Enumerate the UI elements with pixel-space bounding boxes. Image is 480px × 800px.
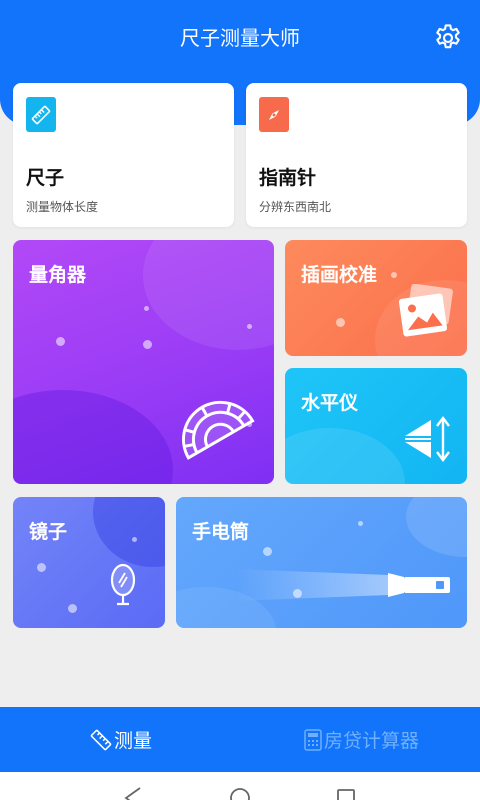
system-nav-bar [0,772,480,800]
decor-dot [37,563,46,572]
decor-blob [93,497,165,567]
compass-icon [259,97,289,132]
calibrate-title: 插画校准 [301,264,378,286]
compass-subtitle: 分辨东西南北 [259,200,332,214]
nav-tab-measure-label: 测量 [114,730,153,752]
decor-blob [13,390,173,484]
nav-tab-mortgage[interactable]: 房贷计算器 [304,707,419,772]
mirror-card[interactable]: 镜子 [13,497,165,628]
picture-icon [398,284,453,337]
decor-dot [358,521,363,526]
protractor-icon [182,400,255,460]
home-icon[interactable] [229,786,251,800]
decor-blob [143,240,274,350]
decor-dot [68,604,77,613]
gear-icon [436,24,460,49]
level-card[interactable]: 水平仪 [285,368,467,484]
flashlight-card[interactable]: 手电筒 [176,497,467,628]
nav-tab-measure[interactable]: 测量 [90,707,152,772]
calculator-icon [304,728,322,751]
decor-dot [132,537,137,542]
decor-dot [263,547,272,556]
ruler-icon [26,97,56,132]
decor-dot [391,272,397,278]
calibrate-card[interactable]: 插画校准 [285,240,467,356]
ruler-subtitle: 测量物体长度 [26,200,99,214]
flashlight-title: 手电筒 [192,521,250,543]
decor-dot [56,337,65,346]
protractor-card[interactable]: 量角器 [13,240,274,484]
app-title: 尺子测量大师 [180,26,300,50]
decor-dot [247,324,252,329]
decor-dot [144,306,149,311]
level-title: 水平仪 [301,392,359,414]
level-icon [405,416,450,462]
protractor-title: 量角器 [29,264,87,286]
mirror-title: 镜子 [29,521,68,543]
recents-icon[interactable] [336,788,358,800]
back-icon[interactable] [122,786,144,800]
decor-dot [336,318,345,327]
ruler-title: 尺子 [26,167,65,189]
compass-card[interactable]: 指南针 分辨东西南北 [246,83,467,227]
decor-blob [406,497,467,557]
bottom-nav: 测量 房贷计算器 [0,707,480,772]
compass-title: 指南针 [259,167,317,189]
ruler-card[interactable]: 尺子 测量物体长度 [13,83,234,227]
decor-blob [285,428,405,484]
flashlight-icon [236,569,450,601]
mirror-icon [110,563,136,606]
ruler-icon [90,729,112,750]
nav-tab-mortgage-label: 房贷计算器 [324,730,420,752]
decor-dot [143,340,152,349]
settings-button[interactable] [432,22,464,54]
